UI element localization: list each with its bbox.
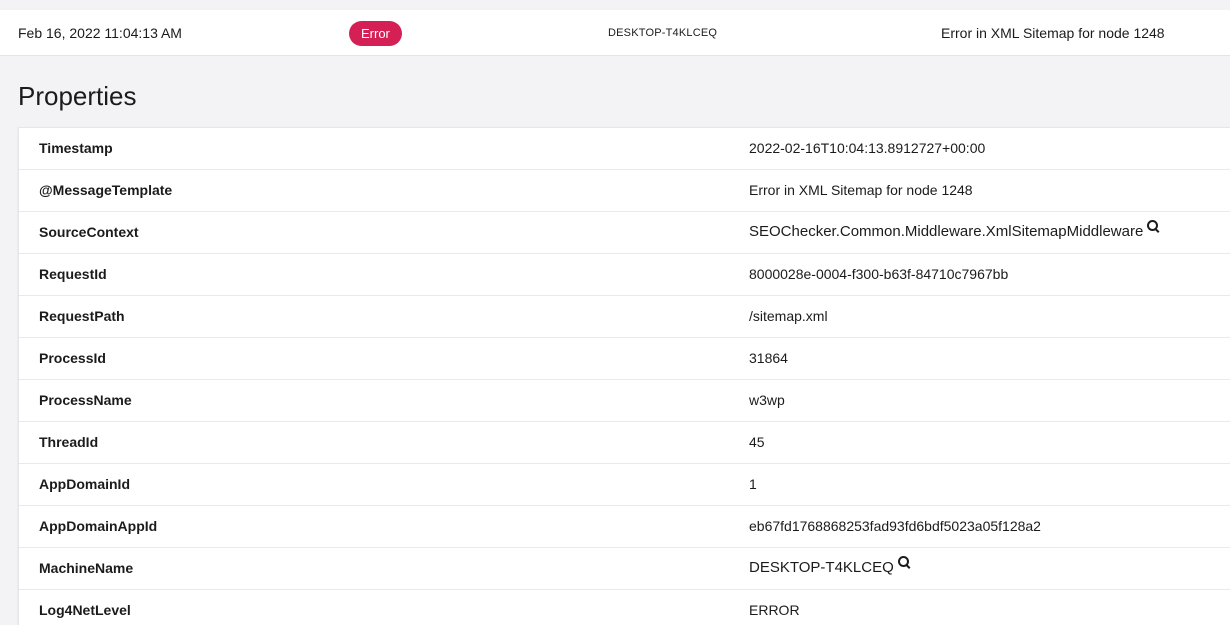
property-value-text: SEOChecker.Common.Middleware.XmlSitemapM…	[749, 223, 1144, 240]
property-name: AppDomainAppId	[39, 518, 158, 534]
log-entry-row[interactable]: Feb 16, 2022 11:04:13 AM Error DESKTOP-T…	[0, 0, 1230, 56]
entry-message: Error in XML Sitemap for node 1248	[941, 25, 1165, 41]
property-value-text: ERROR	[749, 602, 800, 618]
property-value: ERROR	[749, 590, 800, 625]
property-row: ProcessName w3wp	[19, 380, 1230, 422]
property-row: RequestId 8000028e-0004-f300-b63f-84710c7…	[19, 254, 1230, 296]
property-row: SourceContext SEOChecker.Common.Middlewar…	[19, 212, 1230, 254]
property-value: SEOChecker.Common.Middleware.XmlSitemapM…	[749, 212, 1160, 252]
level-badge: Error	[349, 20, 402, 46]
property-row: ThreadId 45	[19, 422, 1230, 464]
property-value: w3wp	[749, 380, 785, 420]
property-row: @MessageTemplate Error in XML Sitemap for…	[19, 170, 1230, 212]
entry-timestamp: Feb 16, 2022 11:04:13 AM	[18, 25, 182, 41]
property-name: ProcessId	[39, 350, 106, 366]
property-value-text: DESKTOP-T4KLCEQ	[749, 559, 894, 576]
property-row: Log4NetLevel ERROR	[19, 590, 1230, 625]
property-value: DESKTOP-T4KLCEQ	[749, 548, 911, 588]
property-value: 31864	[749, 338, 788, 378]
property-row: AppDomainAppId eb67fd1768868253fad93fd6bd…	[19, 506, 1230, 548]
property-value-text: /sitemap.xml	[749, 308, 828, 324]
property-name: @MessageTemplate	[39, 182, 173, 198]
property-row: MachineName DESKTOP-T4KLCEQ	[19, 548, 1230, 590]
search-icon[interactable]	[897, 556, 911, 569]
properties-heading: Properties	[18, 81, 137, 111]
property-name: ThreadId	[39, 434, 99, 450]
property-value: 2022-02-16T10:04:13.8912727+00:00	[749, 128, 985, 168]
property-value: 1	[749, 464, 757, 504]
property-value-text: w3wp	[749, 392, 785, 408]
property-name: Timestamp	[39, 140, 113, 156]
property-row: RequestPath/sitemap.xml	[19, 296, 1230, 338]
property-name: AppDomainId	[39, 476, 130, 492]
property-name: RequestId	[39, 266, 107, 282]
entry-level: Error	[349, 10, 402, 56]
property-value: /sitemap.xml	[749, 296, 828, 336]
search-icon[interactable]	[1147, 220, 1160, 233]
property-value: 8000028e-0004-f300-b63f-84710c7967bb	[749, 254, 1008, 294]
property-name: MachineName	[39, 560, 134, 576]
property-name: SourceContext	[39, 224, 139, 240]
property-row: AppDomainId 1	[19, 464, 1230, 506]
property-value-text: 31864	[749, 350, 788, 366]
property-value-text: 45	[749, 434, 765, 450]
property-row: ProcessId 31864	[19, 338, 1230, 380]
entry-machine-name: DESKTOP-T4KLCEQ	[608, 27, 718, 39]
property-value-text: eb67fd1768868253fad93fd6bdf5023a05f128a2	[749, 518, 1041, 534]
property-value: eb67fd1768868253fad93fd6bdf5023a05f128a2	[749, 506, 1041, 546]
property-name: Log4NetLevel	[39, 602, 131, 618]
properties-table: Timestamp 2022-02-16T10:04:13.8912727+00:…	[18, 127, 1230, 625]
log-entry-detail-page: Feb 16, 2022 11:04:13 AM Error DESKTOP-T…	[0, 0, 1230, 625]
property-value-text: 8000028e-0004-f300-b63f-84710c7967bb	[749, 266, 1009, 282]
property-value-text: 2022-02-16T10:04:13.8912727+00:00	[749, 140, 986, 156]
property-name: RequestPath	[39, 308, 125, 324]
property-value: Error in XML Sitemap for node 1248	[749, 170, 973, 210]
property-name: ProcessName	[39, 392, 132, 408]
property-value-text: 1	[749, 476, 757, 492]
property-value: 45	[749, 422, 765, 462]
property-row: Timestamp 2022-02-16T10:04:13.8912727+00:…	[19, 128, 1230, 170]
property-value-text: Error in XML Sitemap for node 1248	[749, 182, 973, 198]
